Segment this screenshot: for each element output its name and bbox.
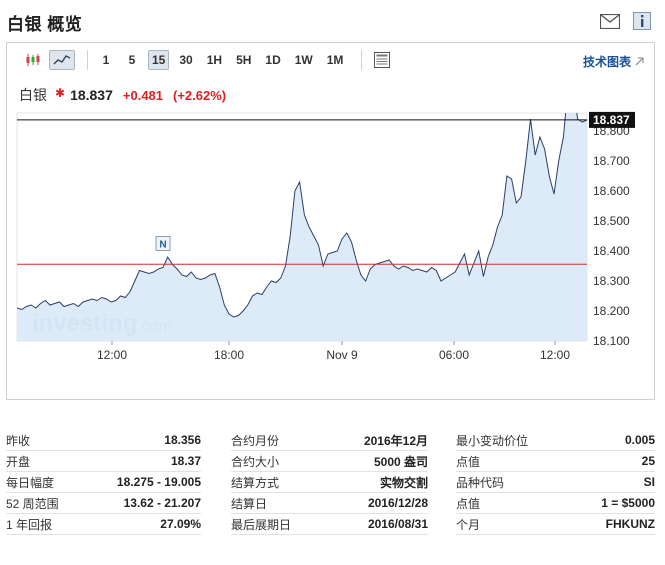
stat-value: 5000 盎司: [373, 454, 428, 469]
stat-label: 点值: [456, 454, 481, 469]
x-tick-label: 18:00: [214, 348, 244, 362]
stat-value: SI: [643, 475, 655, 489]
stat-value: FHKUNZ: [605, 517, 655, 531]
stat-label: 开盘: [6, 454, 31, 469]
stat-label: 最小变动价位: [456, 433, 529, 448]
stat-label: 点值: [456, 496, 481, 511]
stat-row: 52 周范围 13.62 - 21.207: [6, 493, 201, 514]
y-tick-label: 18.300: [593, 274, 630, 288]
mail-icon[interactable]: [599, 11, 621, 31]
x-tick-label: 06:00: [439, 348, 469, 362]
x-tick-label: 12:00: [540, 348, 570, 362]
stat-row: 结算方式 实物交割: [231, 472, 428, 493]
news-marker-label: N: [159, 240, 166, 251]
stat-row: 点值 25: [456, 451, 655, 472]
stat-row: 1 年回报 27.09%: [6, 514, 201, 535]
y-tick-label: 18.700: [593, 154, 630, 168]
stat-value: 2016/12/28: [367, 496, 428, 510]
stat-row: 品种代码 SI: [456, 472, 655, 493]
y-tick-label: 18.600: [593, 184, 630, 198]
page-title: 白银 概览: [7, 15, 83, 34]
stat-value: 0.005: [624, 433, 655, 447]
chart-widget: 1 5 15 30 1H 5H 1D 1W 1M 技术图表 白银 ✱ 18.837 +0.481…: [6, 42, 655, 400]
stat-row: 开盘 18.37: [6, 451, 201, 472]
stat-row: 最小变动价位 0.005: [456, 430, 655, 451]
stat-row: 合约月份 2016年12月: [231, 430, 428, 451]
stat-value: 18.37: [170, 454, 201, 468]
stat-label: 昨收: [6, 433, 31, 448]
stat-label: 结算日: [231, 496, 268, 511]
stat-row: 每日幅度 18.275 - 19.005: [6, 472, 201, 493]
price-chart[interactable]: investing.com18.10018.20018.30018.40018.…: [7, 43, 656, 401]
stat-label: 品种代码: [456, 475, 505, 490]
stat-label: 结算方式: [231, 475, 280, 490]
stat-value: 2016/08/31: [367, 517, 428, 531]
y-tick-label: 18.200: [593, 304, 630, 318]
x-tick-label: 12:00: [97, 348, 127, 362]
y-tick-label: 18.100: [593, 334, 630, 348]
stat-row: 合约大小 5000 盎司: [231, 451, 428, 472]
stat-label: 最后展期日: [231, 517, 292, 532]
header-actions: [599, 11, 653, 31]
stat-row: 点值 1 = $5000: [456, 493, 655, 514]
stat-value: 实物交割: [379, 475, 428, 490]
y-tick-label: 18.400: [593, 244, 630, 258]
stat-row: 最后展期日 2016/08/31: [231, 514, 428, 535]
stat-label: 个月: [456, 517, 481, 532]
stat-value: 2016年12月: [363, 433, 428, 448]
stat-label: 1 年回报: [6, 517, 53, 532]
price-area: [17, 113, 587, 341]
y-tick-label: 18.500: [593, 214, 630, 228]
stat-row: 结算日 2016/12/28: [231, 493, 428, 514]
last-price-badge-label: 18.837: [593, 113, 630, 127]
stat-value: 13.62 - 21.207: [123, 496, 201, 510]
stat-value: 27.09%: [160, 517, 201, 531]
stat-value: 18.275 - 19.005: [116, 475, 201, 489]
stat-label: 每日幅度: [6, 475, 55, 490]
stat-label: 52 周范围: [6, 496, 59, 511]
stat-value: 18.356: [164, 433, 201, 447]
stat-label: 合约月份: [231, 433, 280, 448]
stat-value: 1 = $5000: [601, 496, 655, 510]
stat-label: 合约大小: [231, 454, 280, 469]
stat-row: 昨收 18.356: [6, 430, 201, 451]
stats-column-3: 最小变动价位 0.005 点值 25 品种代码 SI 点值 1 = $5000 个月 FHKUNZ: [456, 430, 655, 535]
stat-value: 25: [641, 454, 655, 468]
stats-column-2: 合约月份 2016年12月合约大小 5000 盎司结算方式 实物交割结算日 2016/1…: [231, 430, 428, 535]
stats-column-1: 昨收 18.356 开盘 18.37 每日幅度 18.275 - 19.005 52 周范围…: [6, 430, 201, 535]
x-tick-label: Nov 9: [326, 348, 358, 362]
info-icon[interactable]: [631, 11, 653, 31]
stat-row: 个月 FHKUNZ: [456, 514, 655, 535]
